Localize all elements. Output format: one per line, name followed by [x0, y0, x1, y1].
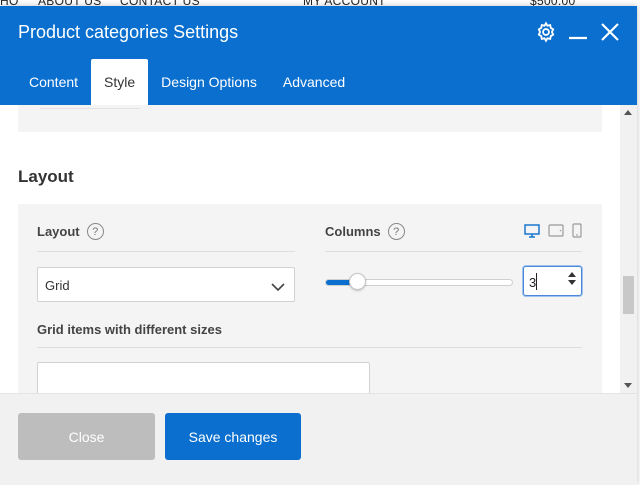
previous-section-panel [18, 105, 602, 132]
stepper-down-icon [568, 280, 576, 285]
section-title: Layout [18, 167, 74, 186]
divider [37, 347, 582, 348]
tab-design-options[interactable]: Design Options [148, 59, 270, 105]
grid-items-label-row: Grid items with different sizes [37, 322, 222, 337]
layout-label-row: Layout ? [37, 223, 104, 240]
tab-style[interactable]: Style [91, 59, 149, 105]
gear-icon[interactable] [533, 19, 559, 45]
scroll-up-icon[interactable] [624, 110, 632, 115]
divider [40, 108, 140, 109]
tab-content[interactable]: Content [16, 59, 91, 105]
divider [37, 251, 295, 252]
text-caret [536, 273, 537, 290]
modal-footer: Close Save changes [0, 393, 637, 485]
close-icon[interactable] [597, 19, 623, 45]
stepper-arrows[interactable] [568, 272, 576, 285]
help-icon[interactable]: ? [86, 223, 104, 240]
layout-label: Layout [37, 224, 80, 239]
columns-label-row: Columns ? [325, 223, 405, 240]
device-switcher [524, 223, 582, 238]
chevron-down-icon [271, 279, 285, 297]
modal-header: Product categories Settings Content Styl… [0, 6, 637, 105]
settings-modal: Product categories Settings Content Styl… [0, 6, 637, 485]
scroll-down-icon[interactable] [624, 383, 632, 388]
grid-items-label: Grid items with different sizes [37, 322, 222, 337]
mobile-icon[interactable] [572, 223, 582, 238]
tablet-icon[interactable] [548, 224, 564, 237]
columns-label: Columns [325, 224, 381, 239]
scrollbar-thumb[interactable] [623, 276, 634, 314]
tab-advanced[interactable]: Advanced [270, 59, 358, 105]
layout-panel: Layout ? Grid Columns ? 3 Grid items wit… [18, 204, 602, 393]
tab-bar: Content Style Design Options Advanced [16, 59, 358, 105]
divider [325, 251, 582, 252]
help-icon[interactable]: ? [387, 223, 405, 240]
desktop-icon[interactable] [524, 223, 540, 238]
stepper-up-icon [568, 272, 576, 277]
grid-items-textarea[interactable] [37, 362, 370, 393]
close-button[interactable]: Close [18, 413, 155, 460]
columns-slider-thumb[interactable] [348, 273, 366, 290]
scrollbar[interactable] [620, 105, 637, 393]
modal-title: Product categories Settings [18, 22, 239, 42]
settings-body: Layout Layout ? Grid Columns ? 3 Grid it… [0, 105, 620, 393]
columns-number-input[interactable]: 3 [523, 266, 582, 296]
layout-select[interactable]: Grid [37, 267, 295, 302]
layout-select-value: Grid [45, 278, 70, 293]
minimize-icon[interactable] [565, 19, 591, 45]
save-changes-button[interactable]: Save changes [165, 413, 301, 460]
